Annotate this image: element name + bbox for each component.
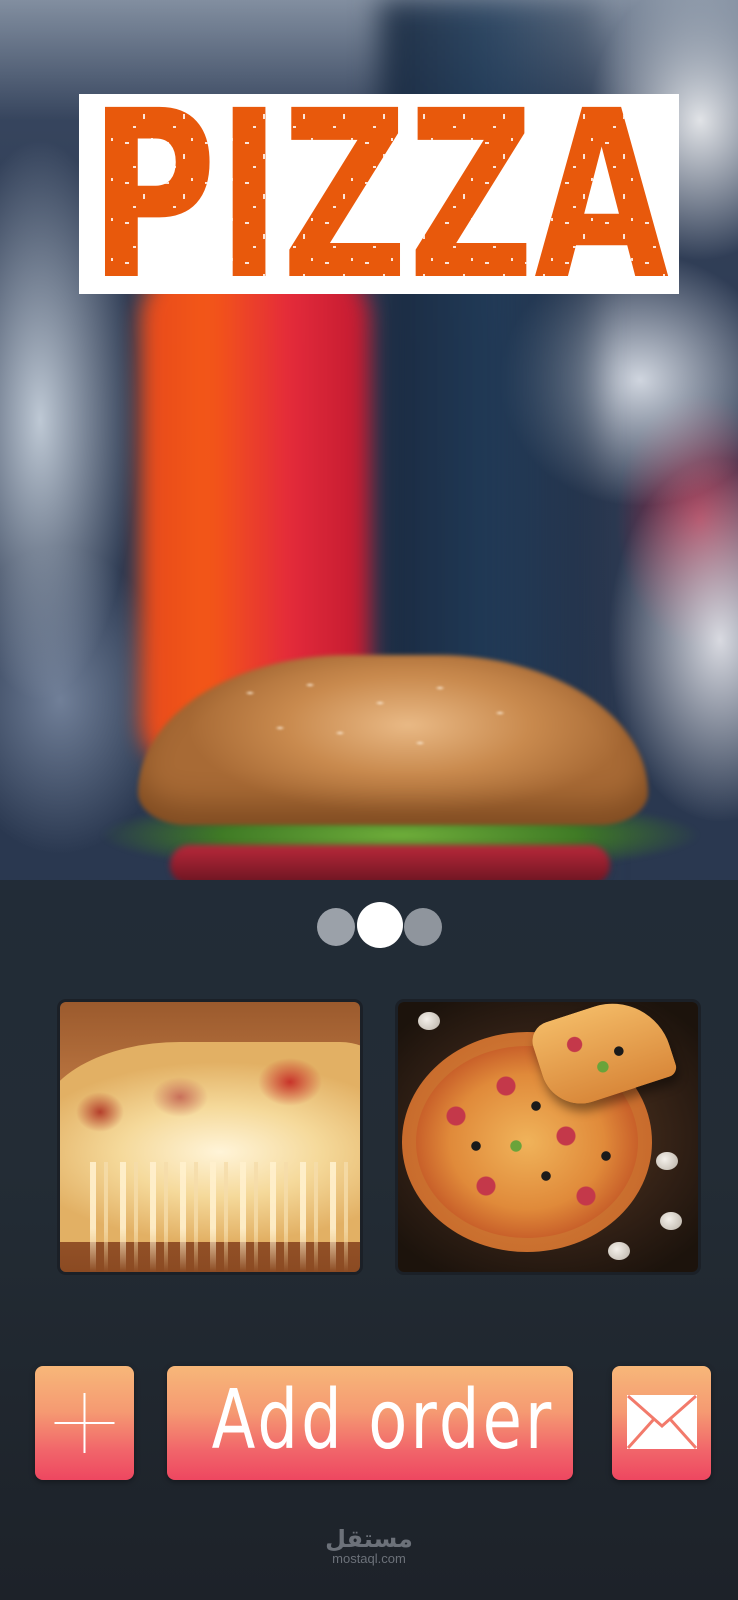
- add-button[interactable]: [35, 1366, 134, 1480]
- logo: PIZZA PIZZA: [79, 94, 679, 294]
- envelope-icon: [626, 1394, 698, 1450]
- pizza-card-cheese[interactable]: [60, 1002, 360, 1272]
- plus-icon: [54, 1393, 115, 1453]
- app-screen: PIZZA PIZZA Add order مستقل mostaql.com: [0, 0, 738, 1600]
- carousel-dot-2-active[interactable]: [357, 902, 403, 948]
- pizza-card-whole[interactable]: [398, 1002, 698, 1272]
- content-panel: Add order مستقل mostaql.com: [0, 880, 738, 1600]
- burger-image: [100, 655, 700, 880]
- carousel-indicator: [0, 902, 738, 952]
- carousel-dot-1[interactable]: [317, 908, 355, 946]
- carousel-dot-3[interactable]: [404, 908, 442, 946]
- logo-texture: PIZZA: [89, 94, 669, 294]
- watermark-domain: mostaql.com: [332, 1551, 406, 1566]
- mail-button[interactable]: [612, 1366, 711, 1480]
- add-order-label: Add order: [211, 1373, 555, 1468]
- logo-wordmark: PIZZA PIZZA: [89, 94, 669, 294]
- watermark-arabic: مستقل: [325, 1525, 413, 1553]
- add-order-button[interactable]: Add order: [167, 1366, 573, 1480]
- watermark: مستقل mostaql.com: [0, 1526, 738, 1566]
- hero-banner: PIZZA PIZZA: [0, 0, 738, 880]
